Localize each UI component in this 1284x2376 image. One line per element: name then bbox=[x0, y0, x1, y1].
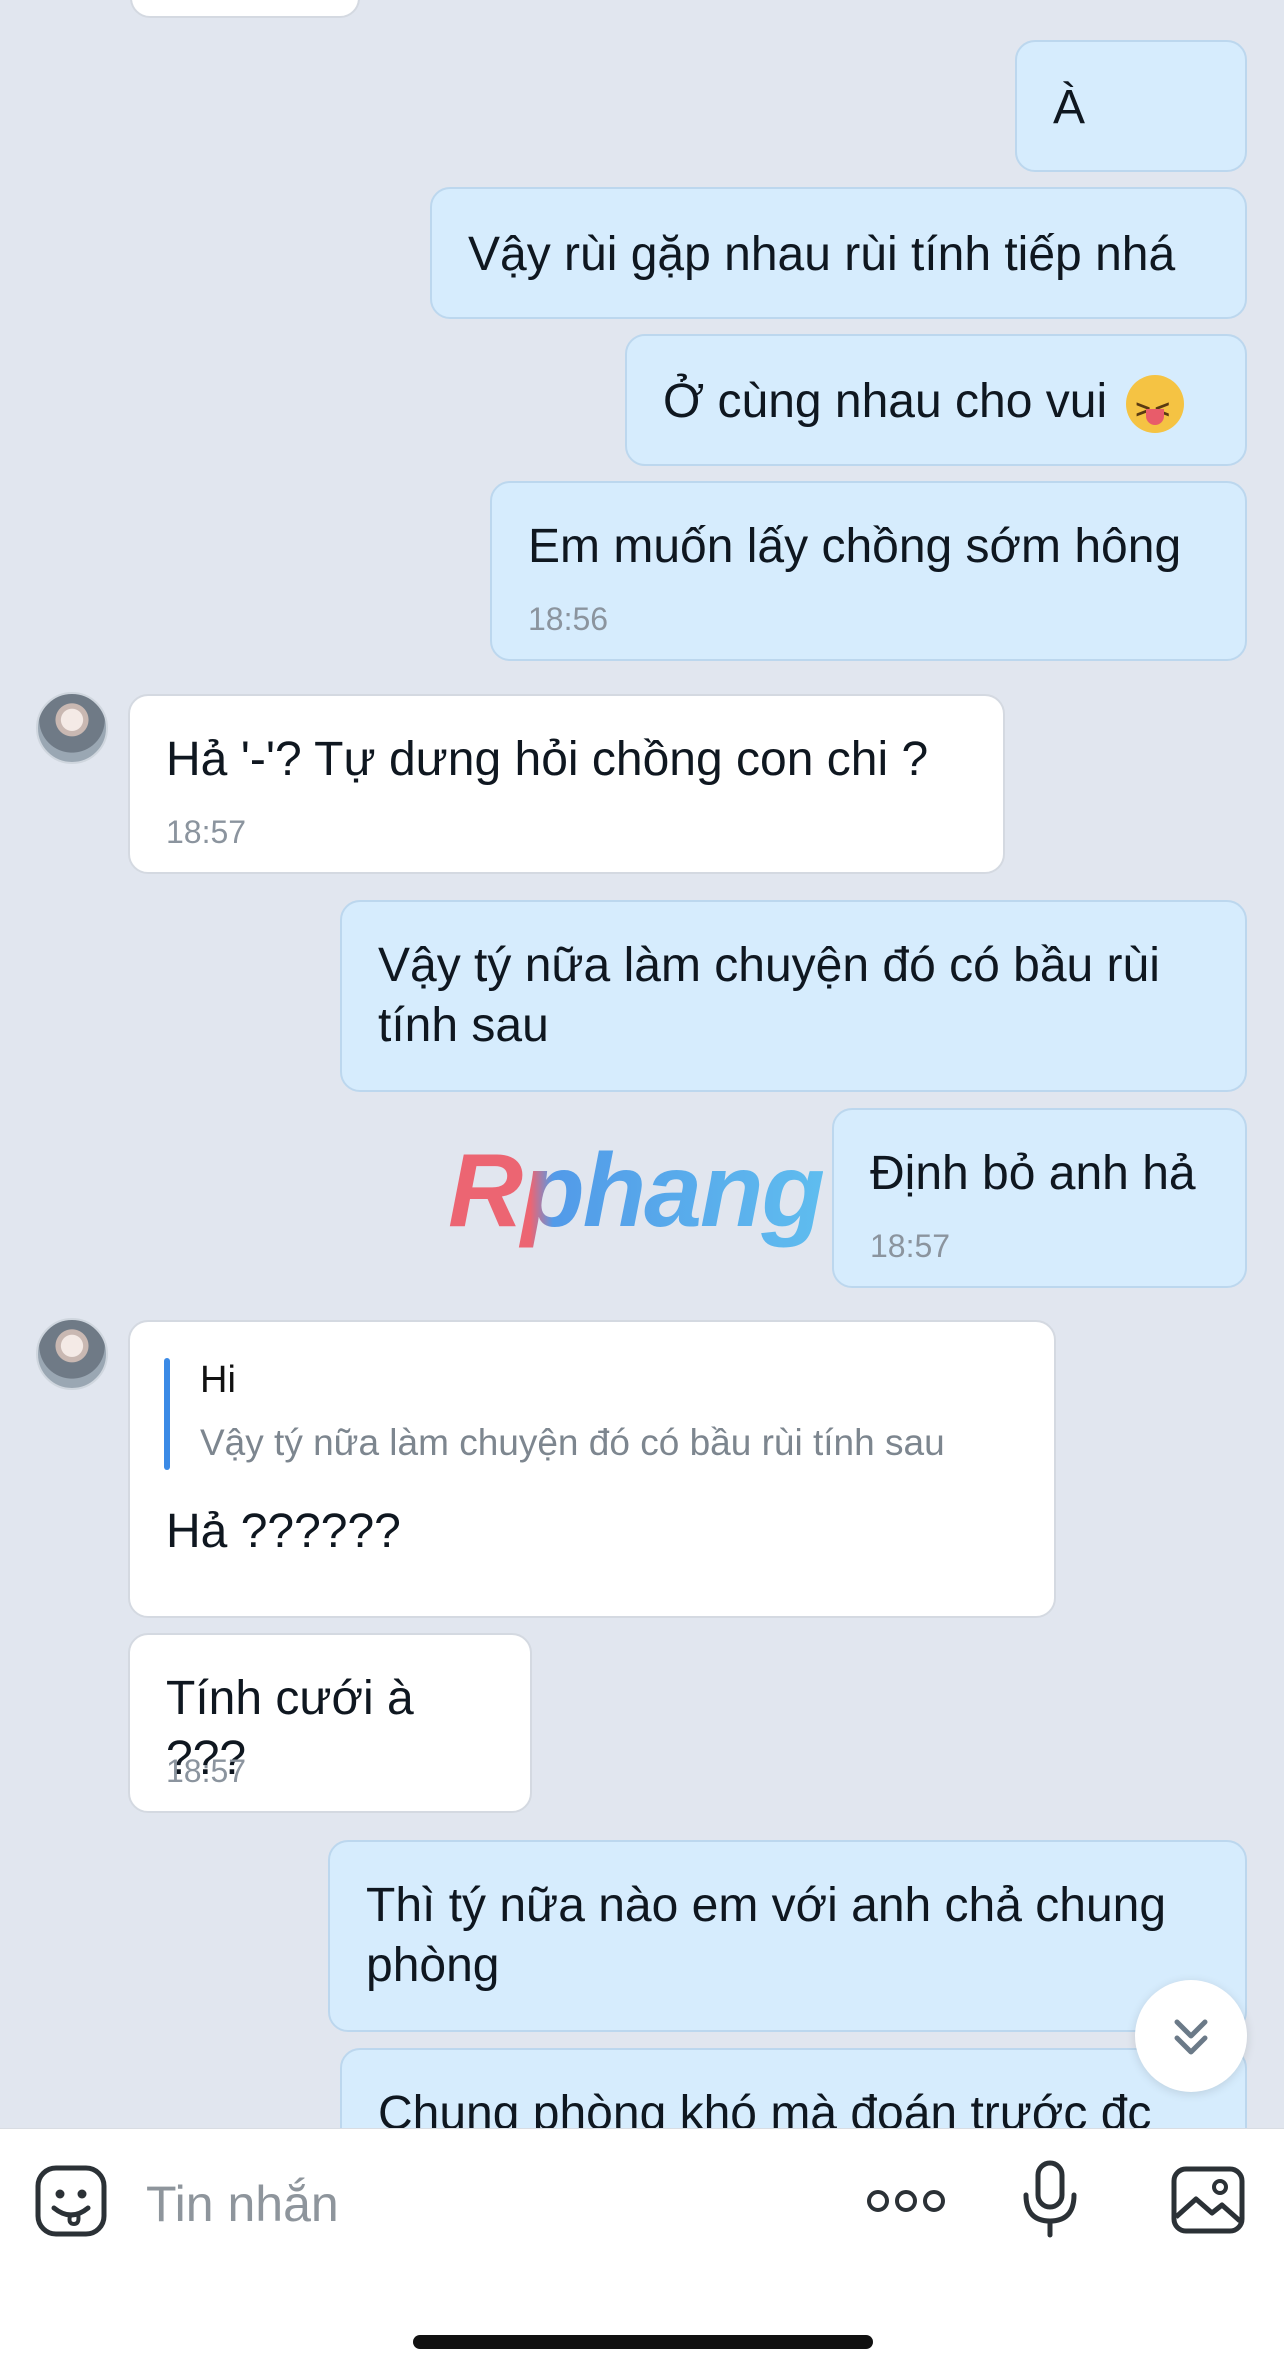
outgoing-message[interactable]: Em muốn lấy chồng sớm hông 18:56 bbox=[490, 481, 1247, 661]
contact-avatar[interactable] bbox=[36, 1318, 108, 1390]
message-text-line2: phòng bbox=[366, 1939, 500, 1992]
quoted-message[interactable]: Vậy tý nữa làm chuyện đó có bầu rùi tính… bbox=[200, 1420, 945, 1466]
message-timestamp: 18:57 bbox=[166, 814, 247, 850]
double-chevron-down-icon bbox=[1174, 2019, 1208, 2055]
message-text: Định bỏ anh hả bbox=[870, 1147, 1196, 1200]
sticker-button[interactable] bbox=[34, 2164, 108, 2238]
message-text: Hả '-'? Tự dưng hỏi chồng con chi ? bbox=[166, 733, 929, 786]
message-text: Em muốn lấy chồng sớm hông bbox=[528, 520, 1182, 573]
home-indicator[interactable] bbox=[413, 2335, 873, 2349]
outgoing-message[interactable]: Ở cùng nhau cho vui bbox=[625, 334, 1247, 466]
chat-area[interactable]: À Vậy rùi gặp nhau rùi tính tiếp nhá Ở c… bbox=[0, 0, 1284, 2128]
contact-avatar[interactable] bbox=[36, 692, 108, 764]
message-text: Chung phòng khó mà đoán trước đc bbox=[378, 2087, 1152, 2128]
message-input[interactable] bbox=[144, 2171, 798, 2237]
sticker-smile-icon bbox=[35, 2165, 107, 2237]
message-timestamp: 18:57 bbox=[870, 1228, 951, 1264]
message-text-line2: tính sau bbox=[378, 999, 549, 1052]
incoming-message[interactable]: Hả '-'? Tự dưng hỏi chồng con chi ? 18:5… bbox=[128, 694, 1005, 874]
message-text-line1: Vậy tý nữa làm chuyện đó có bầu rùi bbox=[378, 939, 1160, 992]
outgoing-message[interactable]: À bbox=[1015, 40, 1247, 172]
scroll-to-bottom-button[interactable] bbox=[1135, 1980, 1247, 2092]
watermark-logo: Rphang bbox=[448, 1133, 825, 1249]
message-timestamp: 18:56 bbox=[528, 601, 609, 637]
message-timestamp: 18:57 bbox=[166, 1753, 247, 1789]
quoted-sender: Hi bbox=[200, 1359, 236, 1401]
incoming-reply-message[interactable]: Hi Vậy tý nữa làm chuyện đó có bầu rùi t… bbox=[128, 1320, 1056, 1618]
message-text: Ở cùng nhau cho vui bbox=[663, 375, 1108, 428]
incoming-message[interactable]: Tính cưới à ??? 18:57 bbox=[128, 1633, 532, 1813]
previous-message-stub bbox=[130, 0, 360, 18]
more-dots-icon bbox=[867, 2190, 945, 2212]
voice-message-button[interactable] bbox=[1018, 2159, 1082, 2239]
outgoing-message[interactable]: Chung phòng khó mà đoán trước đc bbox=[340, 2048, 1247, 2128]
quote-bar bbox=[164, 1358, 170, 1470]
message-text: À bbox=[1053, 81, 1086, 134]
image-icon bbox=[1171, 2166, 1245, 2234]
outgoing-message[interactable]: Vậy rùi gặp nhau rùi tính tiếp nhá bbox=[430, 187, 1247, 319]
more-options-button[interactable] bbox=[866, 2186, 946, 2216]
send-image-button[interactable] bbox=[1170, 2165, 1246, 2235]
message-text: Hả ?????? bbox=[166, 1505, 401, 1558]
microphone-icon bbox=[1023, 2160, 1077, 2238]
message-text-line1: Thì tý nữa nào em với anh chả chung bbox=[366, 1879, 1167, 1932]
outgoing-message[interactable]: Vậy tý nữa làm chuyện đó có bầu rùi tính… bbox=[340, 900, 1247, 1092]
outgoing-message[interactable]: Thì tý nữa nào em với anh chả chung phòn… bbox=[328, 1840, 1247, 2032]
message-text: Vậy rùi gặp nhau rùi tính tiếp nhá bbox=[468, 228, 1176, 281]
outgoing-message[interactable]: Định bỏ anh hả 18:57 bbox=[832, 1108, 1247, 1288]
squinting-tongue-emoji-icon bbox=[1126, 375, 1185, 439]
